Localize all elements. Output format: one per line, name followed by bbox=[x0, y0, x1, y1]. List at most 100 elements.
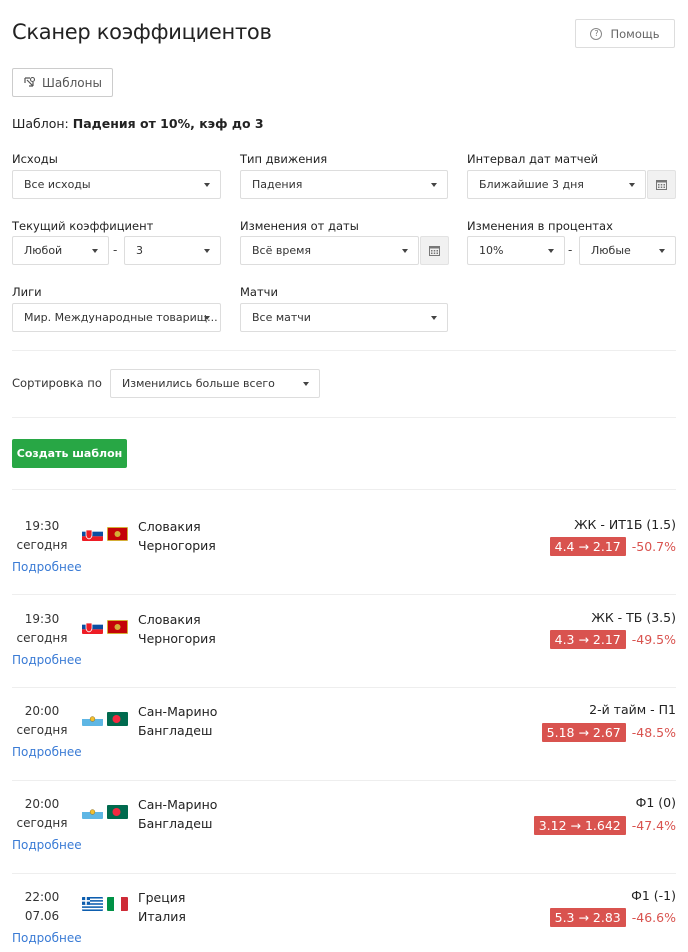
divider bbox=[12, 350, 676, 351]
sort-label: Сортировка по bbox=[12, 376, 102, 390]
event-teams: Сан-Марино Бангладеш bbox=[138, 795, 217, 833]
changes-pct-label: Изменения в процентах bbox=[467, 219, 613, 233]
odds-change: 3.12 → 1.642 -47.4% bbox=[533, 816, 676, 835]
changes-pct-from-select[interactable]: 10% bbox=[467, 236, 565, 265]
divider bbox=[12, 417, 676, 418]
question-circle-icon: ? bbox=[590, 27, 603, 40]
odds-badge: 5.18 → 2.67 bbox=[541, 723, 626, 742]
matches-value: Все матчи bbox=[252, 311, 311, 324]
templates-icon bbox=[23, 76, 36, 89]
slovakia-flag-icon bbox=[82, 620, 103, 634]
caret-down-icon bbox=[204, 183, 210, 187]
date-range-label: Интервал дат матчей bbox=[467, 152, 599, 166]
odds-change: 4.4 → 2.17 -50.7% bbox=[549, 537, 676, 556]
divider bbox=[12, 873, 676, 874]
caret-down-icon bbox=[303, 382, 309, 386]
event-market: Ф1 (0) bbox=[635, 795, 676, 810]
san-marino-flag-icon bbox=[82, 712, 103, 726]
event-time: 19:30 сегодня bbox=[12, 517, 72, 555]
matches-select[interactable]: Все матчи bbox=[240, 303, 448, 332]
odds-percent: -48.5% bbox=[631, 725, 676, 740]
date-range-select[interactable]: Ближайшие 3 дня bbox=[467, 170, 646, 199]
help-button-label: Помощь bbox=[610, 26, 660, 41]
event-day: 07.06 bbox=[24, 909, 60, 923]
away-team: Бангладеш bbox=[138, 723, 213, 738]
home-team: Словакия bbox=[138, 519, 201, 534]
slovakia-flag-icon bbox=[82, 527, 103, 541]
event-time: 20:00 сегодня bbox=[12, 795, 72, 833]
current-coef-from-select[interactable]: Любой bbox=[12, 236, 109, 265]
event-teams: Сан-Марино Бангладеш bbox=[138, 702, 217, 740]
event-details-link[interactable]: Подробнее bbox=[12, 838, 82, 852]
event-teams: Словакия Черногория bbox=[138, 517, 216, 555]
caret-down-icon bbox=[92, 249, 98, 253]
odds-percent: -49.5% bbox=[631, 632, 676, 647]
changes-from-calendar-button[interactable] bbox=[420, 236, 449, 265]
leagues-label: Лиги bbox=[12, 285, 42, 299]
event-details-link[interactable]: Подробнее bbox=[12, 745, 82, 759]
away-team: Черногория bbox=[138, 631, 216, 646]
event-time: 20:00 сегодня bbox=[12, 702, 72, 740]
event-details-link[interactable]: Подробнее bbox=[12, 653, 82, 667]
current-coef-label: Текущий коэффициент bbox=[12, 219, 154, 233]
event-time: 22:00 07.06 bbox=[12, 888, 72, 926]
event-details-link[interactable]: Подробнее bbox=[12, 560, 82, 574]
bangladesh-flag-icon bbox=[107, 712, 128, 726]
movement-label: Тип движения bbox=[240, 152, 328, 166]
leagues-value: Мир. Международные товарищ... bbox=[24, 311, 218, 324]
leagues-select[interactable]: Мир. Международные товарищ... bbox=[12, 303, 221, 332]
range-dash: - bbox=[568, 243, 573, 257]
event-time-value: 20:00 bbox=[24, 797, 60, 811]
calendar-icon bbox=[429, 246, 440, 256]
caret-down-icon bbox=[548, 249, 554, 253]
home-team: Греция bbox=[138, 890, 186, 905]
create-template-button[interactable]: Создать шаблон bbox=[12, 439, 127, 468]
changes-from-select[interactable]: Всё время bbox=[240, 236, 419, 265]
page-title: Сканер коэффициентов bbox=[12, 20, 272, 44]
divider bbox=[12, 687, 676, 688]
sort-select[interactable]: Изменились больше всего bbox=[110, 369, 320, 398]
odds-percent: -46.6% bbox=[631, 910, 676, 925]
templates-button[interactable]: Шаблоны bbox=[12, 68, 113, 97]
greece-flag-icon bbox=[82, 897, 103, 911]
caret-down-icon bbox=[431, 183, 437, 187]
movement-select[interactable]: Падения bbox=[240, 170, 448, 199]
changes-pct-to-select[interactable]: Любые bbox=[579, 236, 676, 265]
away-team: Италия bbox=[138, 909, 186, 924]
odds-badge: 3.12 → 1.642 bbox=[533, 816, 626, 835]
away-team: Бангладеш bbox=[138, 816, 213, 831]
caret-down-icon bbox=[629, 183, 635, 187]
event-market: ЖК - ТБ (3.5) bbox=[591, 610, 676, 625]
odds-percent: -50.7% bbox=[631, 539, 676, 554]
changes-pct-from-value: 10% bbox=[479, 244, 504, 257]
san-marino-flag-icon bbox=[82, 805, 103, 819]
outcomes-value: Все исходы bbox=[24, 178, 91, 191]
event-day: сегодня bbox=[16, 538, 68, 552]
changes-from-label: Изменения от даты bbox=[240, 219, 359, 233]
event-day: сегодня bbox=[16, 631, 68, 645]
outcomes-select[interactable]: Все исходы bbox=[12, 170, 221, 199]
divider bbox=[12, 489, 676, 490]
caret-down-icon bbox=[431, 316, 437, 320]
caret-down-icon bbox=[204, 249, 210, 253]
sort-value: Изменились больше всего bbox=[122, 377, 275, 390]
movement-value: Падения bbox=[252, 178, 303, 191]
caret-down-icon bbox=[204, 316, 210, 320]
odds-badge: 5.3 → 2.83 bbox=[549, 908, 626, 927]
matches-label: Матчи bbox=[240, 285, 278, 299]
odds-change: 4.3 → 2.17 -49.5% bbox=[549, 630, 676, 649]
date-range-calendar-button[interactable] bbox=[647, 170, 676, 199]
help-button[interactable]: ? Помощь bbox=[575, 19, 675, 48]
calendar-icon bbox=[656, 180, 667, 190]
date-range-value: Ближайшие 3 дня bbox=[479, 178, 584, 191]
current-coef-to-value: 3 bbox=[136, 244, 143, 257]
caret-down-icon bbox=[659, 249, 665, 253]
odds-change: 5.18 → 2.67 -48.5% bbox=[541, 723, 676, 742]
odds-badge: 4.4 → 2.17 bbox=[549, 537, 626, 556]
event-details-link[interactable]: Подробнее bbox=[12, 931, 82, 945]
divider bbox=[12, 780, 676, 781]
template-name: Падения от 10%, кэф до 3 bbox=[72, 116, 264, 131]
event-day: сегодня bbox=[16, 723, 68, 737]
outcomes-label: Исходы bbox=[12, 152, 58, 166]
current-coef-to-select[interactable]: 3 bbox=[124, 236, 221, 265]
